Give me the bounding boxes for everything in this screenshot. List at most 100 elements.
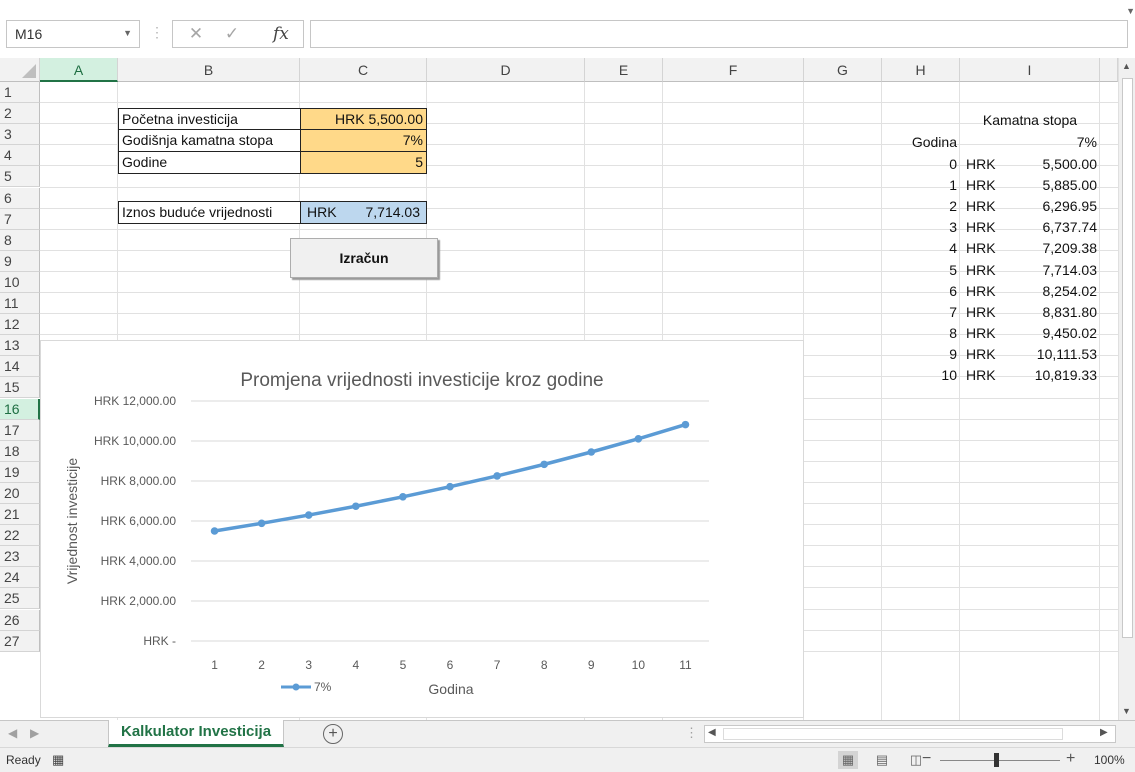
- label-years[interactable]: Godine: [118, 151, 301, 174]
- table-cell-year[interactable]: 0: [882, 154, 960, 175]
- row-header-18[interactable]: 18: [0, 440, 40, 462]
- tab-scroll-left-icon[interactable]: ◀: [8, 726, 17, 740]
- row-header-25[interactable]: 25: [0, 588, 40, 610]
- row-header-21[interactable]: 21: [0, 504, 40, 526]
- table-cell-year[interactable]: 9: [882, 344, 960, 365]
- scroll-down-icon[interactable]: ▼: [1122, 706, 1131, 716]
- zoom-slider-thumb[interactable]: [994, 753, 999, 767]
- row-header-1[interactable]: 1: [0, 82, 40, 104]
- input-years[interactable]: 5: [300, 151, 427, 174]
- row-header-26[interactable]: 26: [0, 609, 40, 631]
- table-cell-year[interactable]: 8: [882, 323, 960, 344]
- scroll-up-icon[interactable]: ▲: [1122, 61, 1131, 71]
- table-cell-year[interactable]: 4: [882, 238, 960, 259]
- table-cell-year[interactable]: 6: [882, 281, 960, 302]
- table-cell-value[interactable]: 5,500.00: [1000, 154, 1100, 175]
- worksheet-grid[interactable]: ABCDEFGHI 1 2 3 4 5 6 7 8 9 10 11 12 13 14 15 16 17 18 19 2…: [0, 58, 1135, 720]
- table-cell-year[interactable]: 5: [882, 260, 960, 281]
- chevron-down-icon[interactable]: ▼: [123, 28, 132, 38]
- table-cell-year[interactable]: 3: [882, 217, 960, 238]
- column-header-h[interactable]: H: [882, 58, 960, 82]
- row-header-9[interactable]: 9: [0, 250, 40, 272]
- table-cell-year[interactable]: 2: [882, 196, 960, 217]
- row-header-20[interactable]: 20: [0, 482, 40, 504]
- table-year-header[interactable]: Godina: [882, 132, 960, 154]
- row-header-16[interactable]: 16: [0, 398, 40, 420]
- column-header-g[interactable]: G: [804, 58, 882, 82]
- select-all-corner[interactable]: [0, 58, 40, 82]
- label-annual-rate[interactable]: Godišnja kamatna stopa: [118, 129, 301, 152]
- table-rate-header[interactable]: Kamatna stopa: [960, 110, 1100, 132]
- table-cell-value[interactable]: 10,819.33: [1000, 365, 1100, 386]
- table-cell-value[interactable]: 10,111.53: [1000, 344, 1100, 365]
- row-header-11[interactable]: 11: [0, 293, 40, 315]
- column-header-a[interactable]: A: [40, 58, 118, 82]
- horizontal-scrollbar[interactable]: ◀: [704, 725, 1116, 743]
- row-header-7[interactable]: 7: [0, 208, 40, 230]
- column-header-f[interactable]: F: [663, 58, 804, 82]
- row-header-5[interactable]: 5: [0, 166, 40, 188]
- row-header-19[interactable]: 19: [0, 461, 40, 483]
- row-header-12[interactable]: 12: [0, 314, 40, 336]
- table-cell-year[interactable]: 10: [882, 365, 960, 386]
- row-header-10[interactable]: 10: [0, 271, 40, 293]
- row-header-23[interactable]: 23: [0, 546, 40, 568]
- result-future-value[interactable]: HRK 7,714.03: [300, 201, 427, 224]
- horizontal-scroll-thumb[interactable]: [723, 728, 1063, 740]
- normal-view-icon[interactable]: ▦: [838, 751, 858, 769]
- row-header-15[interactable]: 15: [0, 377, 40, 399]
- vertical-scroll-thumb[interactable]: [1122, 78, 1133, 638]
- row-header-3[interactable]: 3: [0, 124, 40, 146]
- vertical-scrollbar[interactable]: ▲ ▼: [1118, 58, 1135, 720]
- table-cell-value[interactable]: 6,296.95: [1000, 196, 1100, 217]
- table-cell-value[interactable]: 7,209.38: [1000, 238, 1100, 259]
- column-header-b[interactable]: B: [118, 58, 300, 82]
- table-cell-value[interactable]: 7,714.03: [1000, 260, 1100, 281]
- zoom-out-button[interactable]: −: [922, 750, 931, 768]
- column-header-c[interactable]: C: [300, 58, 427, 82]
- calculate-button[interactable]: Izračun: [290, 238, 438, 278]
- table-cell-value[interactable]: 9,450.02: [1000, 323, 1100, 344]
- expand-formula-bar-icon[interactable]: ▼: [1126, 6, 1135, 16]
- add-sheet-icon[interactable]: +: [323, 724, 343, 744]
- table-cell-year[interactable]: 7: [882, 302, 960, 323]
- row-header-13[interactable]: 13: [0, 335, 40, 357]
- name-box[interactable]: M16 ▼: [6, 20, 140, 48]
- enter-icon[interactable]: ✓: [219, 24, 245, 44]
- column-header-i[interactable]: I: [960, 58, 1100, 82]
- input-initial-investment[interactable]: HRK 5,500.00: [300, 108, 427, 130]
- zoom-level[interactable]: 100%: [1094, 753, 1125, 767]
- column-header-e[interactable]: E: [585, 58, 663, 82]
- scroll-right-icon[interactable]: ▶: [1100, 727, 1108, 738]
- row-header-4[interactable]: 4: [0, 145, 40, 167]
- scroll-left-icon[interactable]: ◀: [708, 727, 716, 738]
- insert-function-icon[interactable]: fx: [273, 24, 289, 44]
- table-rate-value[interactable]: 7%: [960, 132, 1100, 154]
- table-cell-year[interactable]: 1: [882, 175, 960, 196]
- row-header-22[interactable]: 22: [0, 525, 40, 547]
- page-layout-view-icon[interactable]: ▤: [872, 751, 892, 769]
- tab-scroll-right-icon[interactable]: ▶: [30, 726, 39, 740]
- row-header-2[interactable]: 2: [0, 103, 40, 125]
- zoom-in-button[interactable]: +: [1066, 750, 1075, 768]
- zoom-slider-track[interactable]: [940, 760, 1060, 761]
- cancel-icon[interactable]: ✕: [183, 24, 209, 44]
- row-header-8[interactable]: 8: [0, 229, 40, 251]
- label-future-value[interactable]: Iznos buduće vrijednosti: [118, 201, 301, 224]
- row-header-14[interactable]: 14: [0, 356, 40, 378]
- line-chart[interactable]: Promjena vrijednosti investicije kroz go…: [40, 340, 804, 718]
- tab-splitter-icon[interactable]: ⋮: [685, 725, 698, 741]
- row-header-27[interactable]: 27: [0, 630, 40, 652]
- label-initial-investment[interactable]: Početna investicija: [118, 108, 301, 130]
- row-header-6[interactable]: 6: [0, 187, 40, 209]
- column-header-d[interactable]: D: [427, 58, 585, 82]
- macro-record-icon[interactable]: ▦: [52, 752, 64, 768]
- row-header-17[interactable]: 17: [0, 419, 40, 441]
- table-cell-value[interactable]: 8,254.02: [1000, 281, 1100, 302]
- sheet-tab-kalkulator[interactable]: Kalkulator Investicija: [108, 720, 285, 747]
- table-cell-value[interactable]: 8,831.80: [1000, 302, 1100, 323]
- table-cell-value[interactable]: 6,737.74: [1000, 217, 1100, 238]
- input-annual-rate[interactable]: 7%: [300, 129, 427, 152]
- table-cell-value[interactable]: 5,885.00: [1000, 175, 1100, 196]
- formula-input[interactable]: [310, 20, 1128, 48]
